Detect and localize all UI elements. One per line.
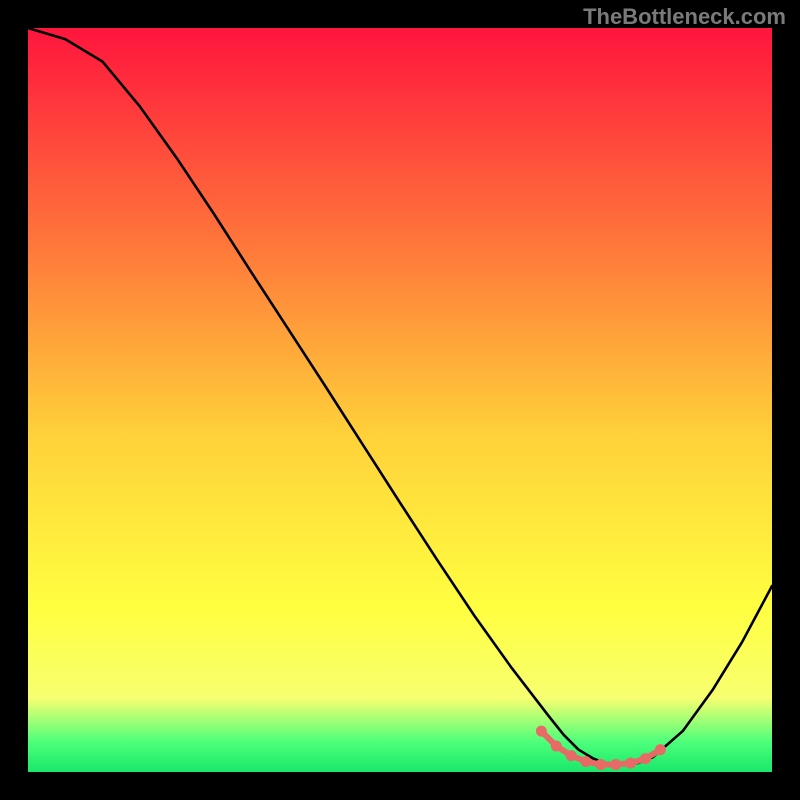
optimal-marker-dot	[581, 756, 592, 767]
watermark-text: TheBottleneck.com	[583, 4, 786, 30]
gradient-background	[28, 28, 772, 772]
optimal-marker-dot	[566, 750, 577, 761]
optimal-marker-dot	[640, 753, 651, 764]
plot-area	[28, 28, 772, 772]
optimal-marker-dot	[551, 740, 562, 751]
optimal-marker-dot	[625, 758, 636, 769]
optimal-marker-dot	[595, 759, 606, 770]
chart-frame: TheBottleneck.com	[0, 0, 800, 800]
optimal-marker-dot	[536, 726, 547, 737]
optimal-marker-dot	[655, 744, 666, 755]
optimal-marker-dot	[610, 759, 621, 770]
chart-svg	[28, 28, 772, 772]
